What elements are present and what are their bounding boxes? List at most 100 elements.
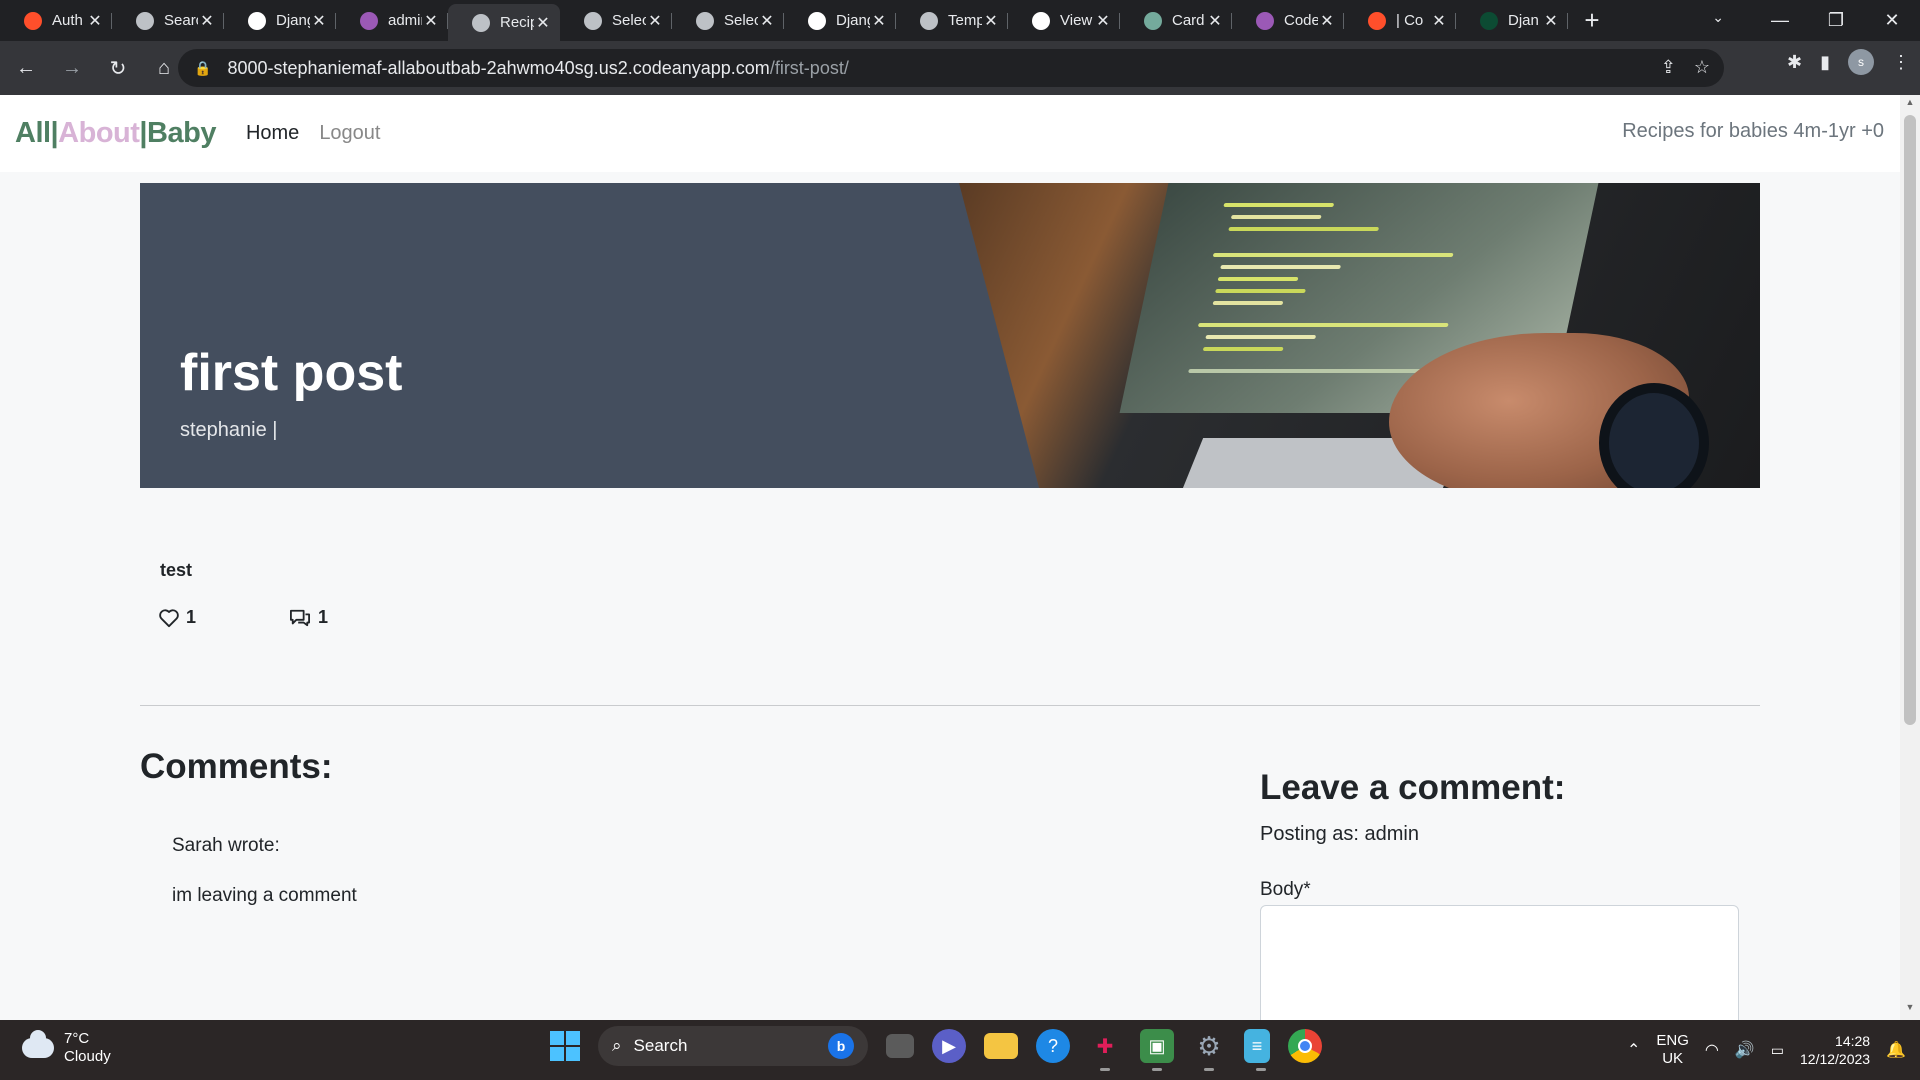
- photos-app-icon[interactable]: ▣: [1140, 1029, 1174, 1071]
- hero-laptop-image: [959, 183, 1760, 488]
- chrome-icon[interactable]: [1288, 1029, 1322, 1063]
- weather-temp: 7°C: [64, 1030, 90, 1047]
- browser-tab[interactable]: admin✕: [336, 0, 448, 41]
- tab-title: Djan: [1508, 12, 1539, 29]
- browser-tab[interactable]: Select✕: [560, 0, 672, 41]
- codeanywhere-icon: [360, 11, 378, 30]
- comments-heading: Comments:: [140, 747, 333, 786]
- browser-tab[interactable]: Select✕: [672, 0, 784, 41]
- file-explorer-icon[interactable]: [984, 1033, 1018, 1059]
- windows-start-icon[interactable]: [550, 1031, 580, 1061]
- scroll-thumb[interactable]: [1904, 115, 1916, 725]
- slack-icon[interactable]: ✚: [1088, 1029, 1122, 1071]
- browser-tab[interactable]: Auth ✕: [0, 0, 112, 41]
- tab-title: Code: [1284, 12, 1318, 29]
- nav-home-link[interactable]: Home: [246, 122, 299, 145]
- close-window-icon[interactable]: ✕: [1864, 10, 1920, 31]
- nav-logout-link[interactable]: Logout: [319, 122, 380, 145]
- tab-close-icon[interactable]: ✕: [758, 11, 776, 31]
- notification-bell-icon[interactable]: 🔔: [1886, 1040, 1906, 1060]
- battery-icon[interactable]: ▭: [1771, 1042, 1784, 1059]
- task-view-icon[interactable]: [886, 1034, 914, 1058]
- wifi-icon[interactable]: ◠: [1705, 1040, 1719, 1060]
- browser-tab[interactable]: View ✕: [1008, 0, 1120, 41]
- site-tagline: Recipes for babies 4m-1yr +0: [1622, 120, 1884, 142]
- side-panel-icon[interactable]: ▮: [1820, 52, 1830, 73]
- tab-close-icon[interactable]: ✕: [1206, 11, 1224, 31]
- section-divider: [140, 705, 1760, 706]
- notepad-icon[interactable]: ≡: [1244, 1029, 1270, 1071]
- tab-close-icon[interactable]: ✕: [534, 13, 552, 33]
- post-body-text: test: [160, 560, 193, 580]
- tab-close-icon[interactable]: ✕: [646, 11, 664, 31]
- chrome-menu-icon[interactable]: ⋮: [1892, 52, 1910, 73]
- tab-list: Auth✕Search✕Django✕admin✕Recipes✕Select✕…: [0, 0, 1568, 41]
- site-brand-logo[interactable]: All|About|Baby: [15, 117, 216, 150]
- tab-close-icon[interactable]: ✕: [198, 11, 216, 31]
- tray-chevron-up-icon[interactable]: ⌃: [1627, 1040, 1640, 1060]
- comment-body-textarea[interactable]: [1260, 905, 1739, 1020]
- reload-icon[interactable]: ↻: [98, 48, 138, 88]
- browser-tab[interactable]: Djan ✕: [1456, 0, 1568, 41]
- back-icon[interactable]: ←: [6, 48, 46, 88]
- bookmark-star-icon[interactable]: ☆: [1694, 57, 1710, 78]
- browser-tab[interactable]: Django✕: [784, 0, 896, 41]
- language-indicator[interactable]: ENG UK: [1656, 1032, 1689, 1068]
- restore-icon[interactable]: ❐: [1808, 10, 1864, 31]
- page-viewport: All|About|Baby Home Logout Recipes for b…: [0, 95, 1900, 1020]
- teams-icon[interactable]: ▶: [932, 1029, 966, 1063]
- tab-title: | Co: [1396, 12, 1424, 29]
- windows-taskbar: 7°C Cloudy ⌕ Search b ▶ ? ✚ ▣ ⚙ ≡ ⌃ ENG …: [0, 1020, 1920, 1080]
- taskbar-search-box[interactable]: ⌕ Search b: [598, 1026, 868, 1066]
- profile-avatar[interactable]: s: [1848, 49, 1874, 75]
- forward-icon[interactable]: →: [52, 48, 92, 88]
- url-host: 8000-stephaniemaf-allaboutbab-2ahwmo40sg…: [227, 57, 770, 78]
- like-count: 1: [186, 607, 197, 627]
- tab-title: Django: [276, 12, 310, 29]
- help-icon[interactable]: ?: [1036, 1029, 1070, 1063]
- like-stat[interactable]: 1: [158, 607, 196, 628]
- tab-close-icon[interactable]: ✕: [1542, 11, 1560, 31]
- tab-close-icon[interactable]: ✕: [422, 11, 440, 31]
- site-navbar: All|About|Baby Home Logout Recipes for b…: [0, 95, 1900, 172]
- comment-stat: 1: [288, 607, 328, 628]
- settings-gear-icon[interactable]: ⚙: [1192, 1029, 1226, 1071]
- browser-tab[interactable]: Recipes✕: [448, 4, 560, 41]
- tab-close-icon[interactable]: ✕: [1318, 11, 1336, 31]
- tab-close-icon[interactable]: ✕: [1094, 11, 1112, 31]
- share-icon[interactable]: ⇪: [1661, 57, 1676, 78]
- github-icon: [1032, 11, 1050, 30]
- browser-tab[interactable]: Django✕: [224, 0, 336, 41]
- comment-count: 1: [318, 607, 329, 627]
- wristwatch-graphic: [1599, 383, 1709, 488]
- tab-close-icon[interactable]: ✕: [1430, 11, 1448, 31]
- browser-tab[interactable]: Card ✕: [1120, 0, 1232, 41]
- tab-close-icon[interactable]: ✕: [310, 11, 328, 31]
- taskbar-search-label: Search: [633, 1036, 688, 1055]
- browser-tab[interactable]: Search✕: [112, 0, 224, 41]
- minimize-icon[interactable]: —: [1752, 10, 1808, 31]
- weather-widget[interactable]: 7°C Cloudy: [22, 1030, 111, 1066]
- tab-search-icon[interactable]: ⌄: [1712, 9, 1724, 26]
- tab-close-icon[interactable]: ✕: [982, 11, 1000, 31]
- browser-tab[interactable]: | Co ✕: [1344, 0, 1456, 41]
- browser-tab[interactable]: Code ✕: [1232, 0, 1344, 41]
- page-scrollbar[interactable]: ▲ ▼: [1900, 95, 1920, 1020]
- post-stats: 1 1: [158, 607, 328, 628]
- browser-tab[interactable]: Temp ✕: [896, 0, 1008, 41]
- comments-icon: [290, 609, 311, 626]
- tab-close-icon[interactable]: ✕: [870, 11, 888, 31]
- address-bar[interactable]: 🔒 8000-stephaniemaf-allaboutbab-2ahwmo40…: [178, 49, 1724, 87]
- volume-icon[interactable]: 🔊: [1735, 1040, 1755, 1060]
- heart-icon[interactable]: [158, 608, 180, 628]
- omnibox-actions: ⇪ ☆: [1661, 57, 1710, 78]
- extensions-puzzle-icon[interactable]: ✱: [1787, 52, 1802, 73]
- new-tab-button[interactable]: +: [1572, 0, 1612, 41]
- tab-close-icon[interactable]: ✕: [86, 11, 104, 31]
- opera-icon: [1368, 11, 1386, 30]
- lock-icon[interactable]: 🔒: [194, 60, 211, 77]
- clock[interactable]: 14:28 12/12/2023: [1800, 1032, 1870, 1068]
- scroll-down-icon[interactable]: ▼: [1900, 1002, 1920, 1018]
- brand-part-baby: |Baby: [139, 117, 216, 149]
- scroll-up-icon[interactable]: ▲: [1900, 97, 1920, 113]
